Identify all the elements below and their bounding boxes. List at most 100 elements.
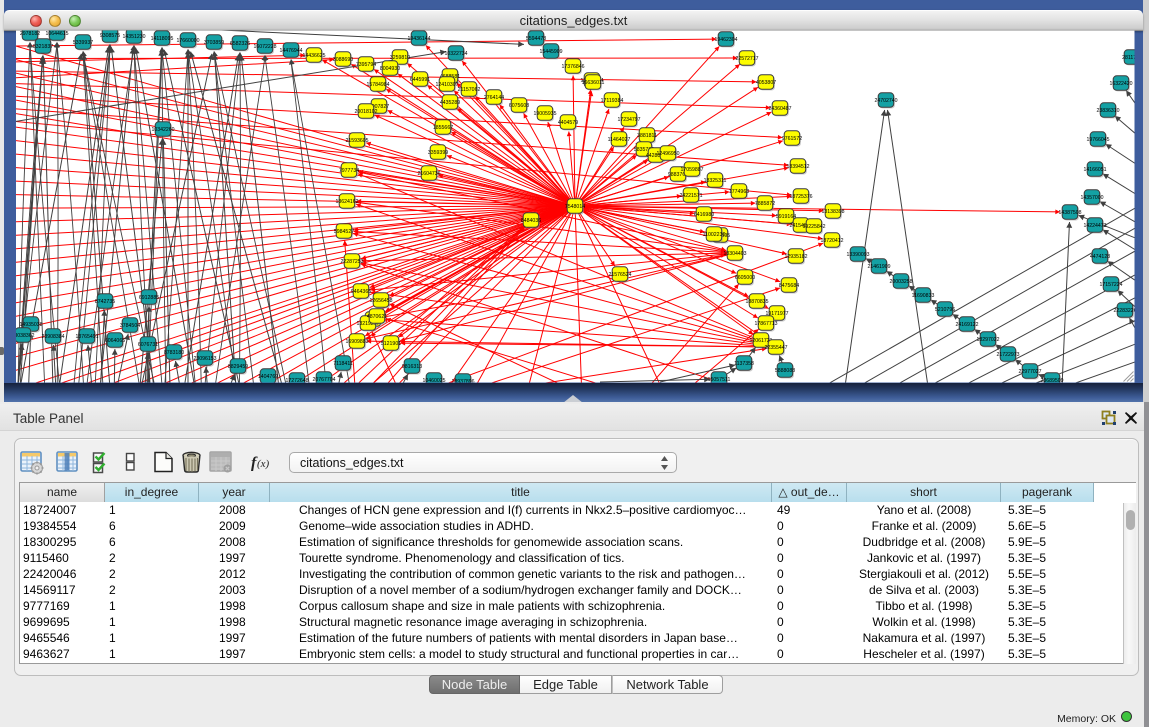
svg-text:19436144: 19436144 [407, 36, 430, 42]
svg-text:19766045: 19766045 [1086, 137, 1109, 143]
svg-text:24221571: 24221571 [679, 193, 702, 199]
svg-text:22572717: 22572717 [735, 56, 758, 62]
svg-text:1137358: 1137358 [734, 361, 754, 367]
svg-text:21576524: 21576524 [608, 272, 631, 278]
svg-text:8321837: 8321837 [33, 44, 53, 50]
svg-text:9308575: 9308575 [100, 33, 120, 39]
svg-text:16072228: 16072228 [253, 44, 276, 50]
svg-text:14224473: 14224473 [1083, 223, 1106, 229]
svg-text:16636011: 16636011 [582, 80, 605, 86]
svg-text:9464365: 9464365 [351, 289, 371, 295]
svg-text:23096153: 23096153 [193, 356, 216, 362]
svg-text:6605000: 6605000 [735, 275, 755, 281]
svg-text:4870621: 4870621 [367, 314, 387, 320]
svg-text:6445991: 6445991 [410, 77, 430, 83]
svg-text:8004930: 8004930 [380, 66, 400, 72]
svg-text:13390093: 13390093 [846, 252, 869, 258]
svg-text:12935182: 12935182 [784, 254, 807, 260]
svg-text:10644615: 10644615 [45, 31, 68, 37]
svg-text:14166051: 14166051 [1083, 167, 1106, 173]
svg-text:13765491: 13765491 [75, 334, 98, 340]
svg-text:21722973: 21722973 [996, 352, 1019, 358]
svg-text:1855667: 1855667 [433, 125, 453, 131]
svg-text:3881811: 3881811 [637, 133, 657, 139]
svg-text:21604736: 21604736 [417, 171, 440, 177]
svg-text:(x): (x) [257, 458, 270, 470]
svg-text:18870835: 18870835 [745, 299, 768, 305]
svg-text:3703859: 3703859 [204, 40, 224, 46]
svg-text:15784984: 15784984 [366, 82, 389, 88]
svg-text:5594478: 5594478 [526, 36, 546, 42]
svg-text:5339937: 5339937 [73, 40, 93, 46]
svg-text:6064065: 6064065 [105, 338, 125, 344]
svg-text:23908384: 23908384 [41, 334, 64, 340]
svg-text:14118095: 14118095 [151, 36, 174, 42]
svg-text:8484036: 8484036 [521, 218, 541, 224]
svg-text:4435289: 4435289 [440, 100, 460, 106]
svg-text:5121901: 5121901 [381, 341, 401, 347]
svg-text:13138398: 13138398 [821, 209, 844, 215]
svg-text:13624162: 13624162 [335, 199, 358, 205]
svg-text:17234797: 17234797 [617, 117, 640, 123]
svg-text:7118411: 7118411 [333, 361, 353, 367]
svg-text:14476944: 14476944 [279, 48, 302, 54]
svg-text:22283226: 22283226 [1113, 308, 1136, 314]
svg-text:14935038: 14935038 [19, 322, 42, 328]
svg-text:17059887: 17059887 [680, 167, 703, 173]
svg-text:18297022: 18297022 [976, 337, 999, 343]
svg-text:21593605: 21593605 [345, 138, 368, 144]
svg-text:9816313: 9816313 [402, 364, 422, 370]
svg-text:17376846: 17376846 [561, 64, 584, 70]
svg-text:10342260: 10342260 [151, 127, 174, 133]
svg-text:13304403: 13304403 [723, 251, 746, 257]
svg-text:3784504: 3784504 [120, 323, 140, 329]
svg-text:6416980: 6416980 [694, 212, 714, 218]
svg-text:7885872: 7885872 [755, 201, 775, 207]
svg-text:17867713: 17867713 [754, 321, 777, 327]
svg-text:8475684: 8475684 [779, 283, 799, 289]
svg-text:23836310: 23836310 [1096, 108, 1119, 114]
svg-text:10322734: 10322734 [444, 51, 467, 57]
svg-text:12656458: 12656458 [369, 298, 392, 304]
svg-text:19005935: 19005935 [533, 111, 556, 117]
svg-text:5984527: 5984527 [334, 229, 354, 235]
svg-text:4053807: 4053807 [756, 80, 776, 86]
svg-text:15445909: 15445909 [539, 49, 562, 55]
svg-text:3088690: 3088690 [333, 57, 353, 63]
svg-text:13038362: 13038362 [11, 333, 34, 339]
svg-text:22977027: 22977027 [1018, 369, 1041, 375]
svg-text:24702740: 24702740 [874, 98, 897, 104]
svg-text:17660000: 17660000 [176, 38, 199, 44]
svg-text:2978182: 2978182 [20, 31, 40, 37]
svg-text:14436625: 14436625 [302, 53, 325, 59]
svg-text:4404579: 4404579 [558, 120, 578, 126]
svg-text:3359399: 3359399 [428, 150, 448, 156]
svg-text:6076731: 6076731 [138, 342, 158, 348]
svg-text:7548014: 7548014 [565, 204, 585, 210]
svg-text:12410307: 12410307 [435, 82, 458, 88]
svg-text:22287253: 22287253 [340, 259, 363, 265]
svg-text:8783180: 8783180 [164, 350, 184, 356]
svg-text:2811700: 2811700 [1122, 55, 1142, 61]
svg-text:24169122: 24169122 [955, 322, 978, 328]
svg-text:24360487: 24360487 [768, 106, 791, 112]
svg-text:11464027: 11464027 [608, 137, 631, 143]
svg-text:8829459: 8829459 [228, 364, 248, 370]
svg-text:21157062: 21157062 [458, 87, 481, 93]
svg-text:20003258: 20003258 [889, 279, 912, 285]
svg-text:22355447: 22355447 [764, 345, 787, 351]
svg-text:18325311: 18325311 [704, 178, 727, 184]
svg-text:14351230: 14351230 [122, 34, 145, 40]
svg-text:8742735: 8742735 [95, 299, 115, 305]
svg-text:3259810: 3259810 [390, 55, 410, 61]
svg-text:20018102: 20018102 [354, 109, 377, 115]
svg-text:6912885: 6912885 [139, 295, 159, 301]
svg-text:18720412: 18720412 [820, 238, 843, 244]
svg-text:6582326: 6582326 [230, 41, 250, 47]
svg-text:4474128: 4474128 [1090, 254, 1110, 260]
svg-text:18725376: 18725376 [789, 194, 812, 200]
svg-text:16322420: 16322420 [1109, 81, 1132, 87]
svg-text:6075608: 6075608 [509, 103, 529, 109]
svg-text:17157224: 17157224 [1099, 282, 1122, 288]
svg-text:2764144: 2764144 [484, 95, 504, 101]
